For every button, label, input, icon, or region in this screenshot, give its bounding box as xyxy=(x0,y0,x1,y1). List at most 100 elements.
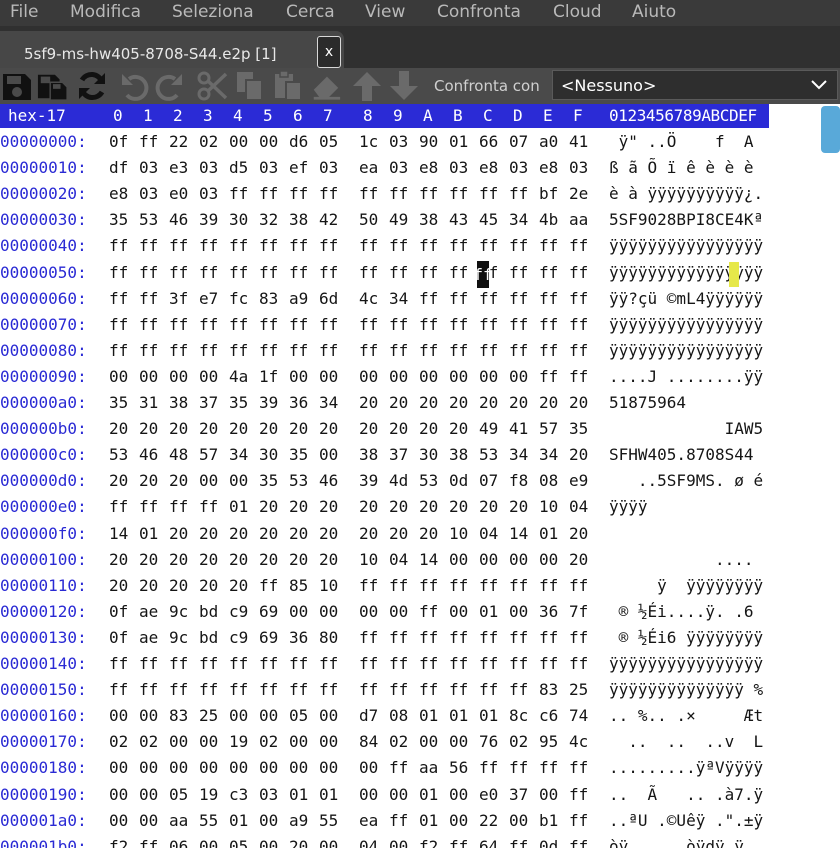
hex-byte[interactable]: 00 xyxy=(389,837,408,848)
hex-byte[interactable]: ff xyxy=(419,184,438,203)
hex-byte[interactable]: 00 xyxy=(289,602,308,621)
hex-byte[interactable]: 01 xyxy=(449,706,468,725)
hex-byte[interactable]: e0 xyxy=(169,184,188,203)
hex-byte[interactable]: ff xyxy=(449,341,468,360)
hex-byte[interactable]: 20 xyxy=(389,393,408,412)
hex-byte[interactable]: ff xyxy=(199,654,218,673)
hex-byte[interactable]: 20 xyxy=(139,471,158,490)
hex-byte[interactable]: 43 xyxy=(449,210,468,229)
hex-byte[interactable]: 00 xyxy=(509,602,528,621)
hex-byte[interactable]: ff xyxy=(569,785,588,804)
hex-byte[interactable]: ff xyxy=(449,263,468,282)
hex-byte[interactable]: 20 xyxy=(199,524,218,543)
hex-byte[interactable]: 53 xyxy=(479,445,498,464)
hex-byte[interactable]: ff xyxy=(319,654,338,673)
hex-byte[interactable]: 01 xyxy=(319,785,338,804)
hex-byte[interactable]: ff xyxy=(389,576,408,595)
hex-byte[interactable]: ff xyxy=(259,654,278,673)
hex-byte[interactable]: e8 xyxy=(479,158,498,177)
hex-byte[interactable]: 08 xyxy=(389,706,408,725)
hex-byte[interactable]: ff xyxy=(509,341,528,360)
hex-byte[interactable]: ae xyxy=(139,628,158,647)
hex-view[interactable]: hex-17 0123456789ABCDEF 0123456789ABCDEF… xyxy=(0,104,840,848)
close-tab-button[interactable]: x xyxy=(317,36,341,68)
hex-byte[interactable]: 20 xyxy=(569,393,588,412)
hex-byte[interactable]: 01 xyxy=(289,785,308,804)
hex-byte[interactable]: ff xyxy=(229,341,248,360)
ascii-text[interactable]: ÿÿÿÿÿÿÿÿÿÿÿÿÿÿÿÿ xyxy=(609,341,763,360)
hex-byte[interactable]: 3f xyxy=(169,289,188,308)
hex-byte[interactable]: 8c xyxy=(509,706,528,725)
hex-byte[interactable]: 00 xyxy=(259,706,278,725)
hex-byte[interactable]: ff xyxy=(449,837,468,848)
hex-byte[interactable]: ea xyxy=(359,811,378,830)
hex-byte[interactable]: 19 xyxy=(199,785,218,804)
hex-byte[interactable]: 36 xyxy=(289,628,308,647)
hex-byte[interactable]: 39 xyxy=(359,471,378,490)
hex-byte[interactable]: 7f xyxy=(569,602,588,621)
hex-byte[interactable]: 31 xyxy=(139,393,158,412)
hex-byte[interactable]: ff xyxy=(419,341,438,360)
hex-byte[interactable]: ff xyxy=(169,263,188,282)
hex-byte[interactable]: 00 xyxy=(169,367,188,386)
hex-byte[interactable]: ff xyxy=(359,315,378,334)
hex-byte[interactable]: 4c xyxy=(359,289,378,308)
hex-byte[interactable]: 01 xyxy=(419,811,438,830)
refresh-icon[interactable] xyxy=(76,70,108,102)
hex-byte[interactable]: 07 xyxy=(509,132,528,151)
hex-byte[interactable]: 20 xyxy=(569,550,588,569)
hex-byte[interactable]: 00 xyxy=(139,785,158,804)
copy-icon[interactable] xyxy=(234,70,266,102)
hex-byte[interactable]: ff xyxy=(419,236,438,255)
hex-byte[interactable]: 20 xyxy=(259,497,278,516)
hex-byte[interactable]: 53 xyxy=(289,471,308,490)
hex-byte[interactable]: ff xyxy=(479,184,498,203)
hex-byte[interactable]: ff xyxy=(449,576,468,595)
hex-byte[interactable]: ff xyxy=(389,236,408,255)
hex-byte[interactable]: 00 xyxy=(319,732,338,751)
hex-byte[interactable]: ff xyxy=(169,236,188,255)
hex-byte[interactable]: 37 xyxy=(509,785,528,804)
hex-byte[interactable]: ff xyxy=(509,680,528,699)
hex-byte[interactable]: bd xyxy=(199,602,218,621)
hex-byte[interactable]: 20 xyxy=(539,393,558,412)
hex-byte[interactable]: 00 xyxy=(509,550,528,569)
hex-byte[interactable]: e0 xyxy=(479,785,498,804)
hex-byte[interactable]: 25 xyxy=(199,706,218,725)
hex-byte[interactable]: ff xyxy=(569,758,588,777)
hex-byte[interactable]: 00 xyxy=(479,367,498,386)
hex-byte[interactable]: ff xyxy=(539,628,558,647)
hex-byte[interactable]: 20 xyxy=(359,524,378,543)
hex-byte[interactable]: 20 xyxy=(449,419,468,438)
hex-byte[interactable]: 00 xyxy=(389,602,408,621)
hex-byte[interactable]: ff xyxy=(289,315,308,334)
undo-icon[interactable] xyxy=(118,70,150,102)
file-tab[interactable]: 5sf9-ms-hw405-8708-S44.e2p [1] x xyxy=(0,31,344,68)
hex-byte[interactable]: ff xyxy=(509,758,528,777)
hex-byte[interactable]: 03 xyxy=(319,158,338,177)
hex-byte[interactable]: 83 xyxy=(539,680,558,699)
hex-byte[interactable]: 76 xyxy=(479,732,498,751)
hex-byte[interactable]: 64 xyxy=(479,837,498,848)
hex-byte[interactable]: ff xyxy=(229,654,248,673)
hex-byte[interactable]: ff xyxy=(509,576,528,595)
hex-byte[interactable]: ff xyxy=(169,680,188,699)
ascii-text[interactable]: è à ÿÿÿÿÿÿÿÿÿÿ¿. xyxy=(609,184,763,203)
hex-byte[interactable]: 38 xyxy=(419,210,438,229)
hex-byte[interactable]: ff xyxy=(139,680,158,699)
hex-byte[interactable]: 00 xyxy=(199,837,218,848)
hex-byte[interactable]: ff xyxy=(569,236,588,255)
hex-byte[interactable]: ff xyxy=(539,236,558,255)
hex-byte[interactable]: ff xyxy=(109,341,128,360)
hex-byte[interactable]: 01 xyxy=(449,132,468,151)
hex-byte[interactable]: 03 xyxy=(509,158,528,177)
ascii-text[interactable]: 5SF9028BPI8CE4Kª xyxy=(609,210,763,229)
ascii-text[interactable]: ..ªU .©Uêÿ .".±ÿ xyxy=(609,811,763,830)
hex-byte[interactable]: 95 xyxy=(539,732,558,751)
hex-byte[interactable]: ff xyxy=(289,263,308,282)
hex-byte[interactable]: e8 xyxy=(539,158,558,177)
ascii-text[interactable]: ÿÿÿÿÿÿÿÿÿÿÿÿÿÿÿÿ xyxy=(609,315,763,334)
hex-byte[interactable]: ff xyxy=(509,837,528,848)
hex-byte[interactable]: 53 xyxy=(419,471,438,490)
hex-byte[interactable]: 20 xyxy=(319,550,338,569)
